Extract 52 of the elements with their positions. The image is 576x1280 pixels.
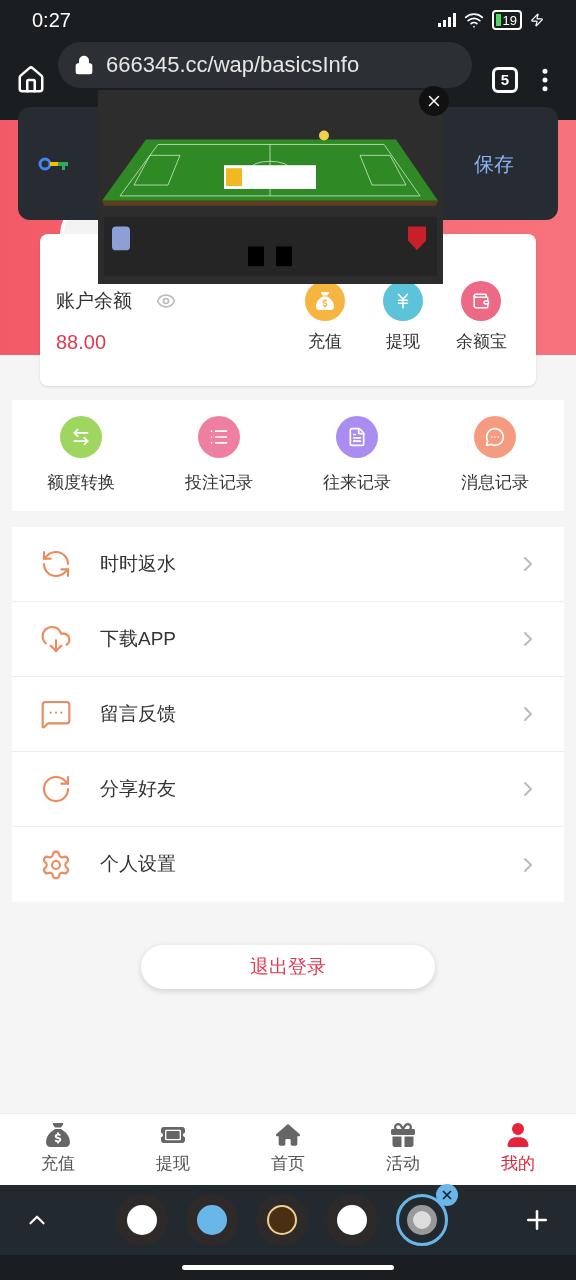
menu-icon: [40, 548, 72, 580]
menu-item[interactable]: 个人设置: [12, 827, 564, 902]
nav-tab[interactable]: 充值: [0, 1114, 116, 1185]
home-button[interactable]: [16, 65, 46, 95]
shortcut-item[interactable]: 消息记录: [440, 415, 550, 496]
balance-amount: 88.00: [56, 330, 108, 356]
menu-item[interactable]: 时时返水: [12, 527, 564, 602]
account-action[interactable]: 余额宝: [446, 281, 516, 355]
menu-label: 分享好友: [100, 776, 177, 801]
menu-icon: [40, 848, 72, 881]
address-bar[interactable]: 666345.cc/wap/basicsInfo: [58, 42, 472, 88]
lock-icon: [74, 55, 94, 75]
url-text: 666345.cc/wap/basicsInfo: [106, 54, 360, 76]
nav-tab[interactable]: 我的: [460, 1114, 576, 1185]
save-button[interactable]: 保存: [474, 148, 514, 179]
key-icon: [38, 155, 70, 172]
tab-thumbnail[interactable]: [326, 1194, 378, 1246]
menu-item[interactable]: 分享好友: [12, 752, 564, 827]
shortcut-item[interactable]: 往来记录: [302, 415, 412, 496]
charging-icon: [530, 13, 544, 27]
sack-icon: [45, 1122, 70, 1147]
gift-icon: [391, 1122, 416, 1147]
menu-item[interactable]: 留言反馈: [12, 677, 564, 752]
balance-label: 账户余额: [56, 288, 132, 313]
signal-icon: [437, 13, 456, 27]
nav-tab[interactable]: 提现: [115, 1114, 231, 1185]
close-icon: [440, 1188, 454, 1202]
close-tab-button[interactable]: [436, 1184, 458, 1206]
menu-icon: [40, 623, 72, 655]
menu-icon: [40, 773, 72, 805]
menu-item[interactable]: 下载APP: [12, 602, 564, 677]
menu-label: 留言反馈: [100, 701, 177, 726]
tab-thumbnail[interactable]: [186, 1194, 238, 1246]
battery-icon: 19: [491, 10, 522, 30]
wifi-icon: [463, 10, 484, 30]
tab-thumbnail[interactable]: [256, 1194, 308, 1246]
menu-label: 下载APP: [100, 626, 178, 651]
account-action[interactable]: 充值: [290, 281, 360, 355]
menu-label: 时时返水: [100, 551, 177, 576]
menu-icon: [40, 698, 72, 730]
house-icon: [276, 1122, 300, 1147]
tab-count-button[interactable]: 5: [492, 67, 518, 93]
nav-tab[interactable]: 活动: [345, 1114, 461, 1185]
shortcut-item[interactable]: 额度转换: [26, 415, 136, 496]
tab-thumbnail[interactable]: [116, 1194, 168, 1246]
status-time: 0:27: [32, 8, 71, 33]
account-action[interactable]: 提现: [368, 281, 438, 355]
menu-label: 个人设置: [100, 852, 177, 877]
logout-button[interactable]: 退出登录: [141, 945, 435, 989]
shortcut-item[interactable]: 投注记录: [164, 415, 274, 496]
person-icon: [506, 1122, 531, 1147]
nav-tab[interactable]: 首页: [230, 1114, 346, 1185]
